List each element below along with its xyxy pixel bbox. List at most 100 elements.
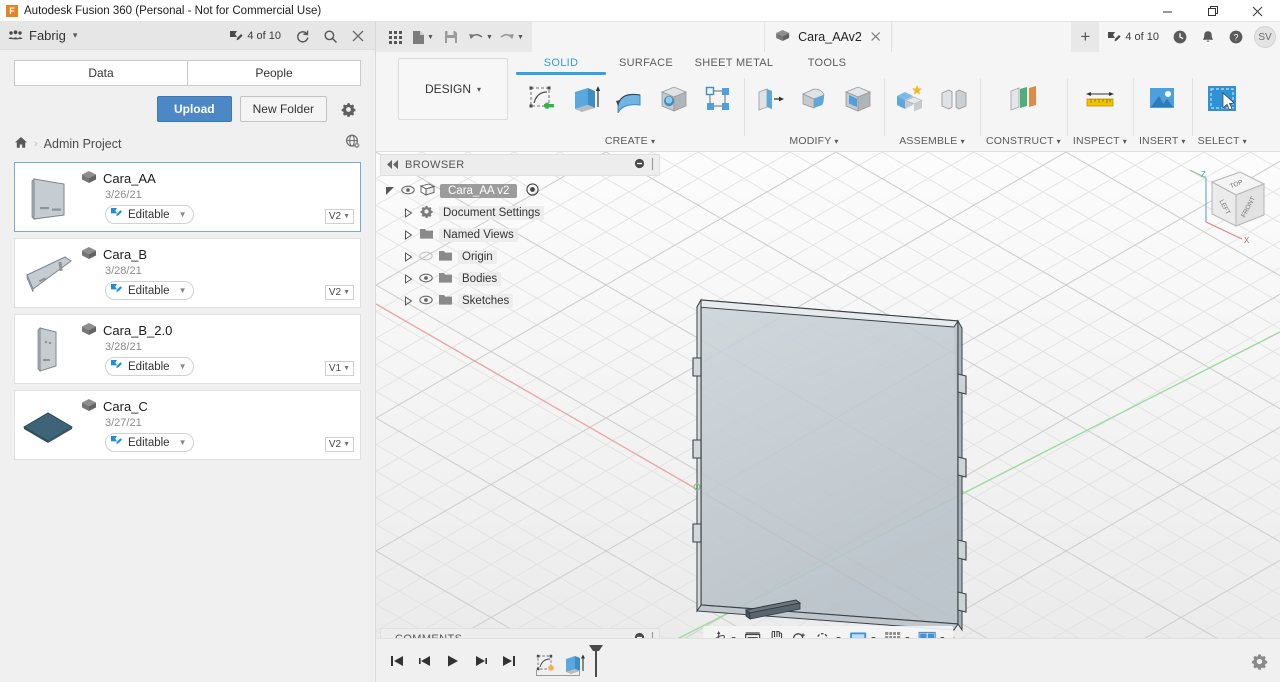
bell-icon[interactable] [1195,24,1221,50]
tree-node-document-settings[interactable]: Document Settings [380,202,660,224]
eye-icon[interactable] [419,294,433,308]
document-tab[interactable]: Cara_AAv2 [764,22,892,52]
eye-icon[interactable] [401,184,415,198]
panel-grip-icon[interactable] [650,157,655,173]
file-icon[interactable]: ▼ [410,24,436,50]
hole-icon[interactable] [654,76,694,122]
tree-node-bodies[interactable]: Bodies [380,268,660,290]
search-icon[interactable] [317,23,343,49]
eye-icon[interactable] [419,272,433,286]
tab-data[interactable]: Data [14,60,188,86]
chevron-down-icon[interactable]: ▼ [486,34,493,41]
chevron-down-icon[interactable]: ▾ [73,30,78,41]
close-icon[interactable] [870,30,881,45]
version-badge[interactable]: V2 ▼ [324,209,354,224]
view-cube[interactable]: TOP LEFT FRONT Z X [1186,160,1272,246]
press-pull-icon[interactable] [750,76,790,122]
expand-arrow-icon[interactable] [402,252,414,262]
timeline-marker-icon[interactable] [588,644,604,678]
avatar[interactable]: SV [1254,26,1276,48]
help-icon[interactable]: ? [1223,24,1249,50]
measure-icon[interactable] [1080,76,1120,122]
panel-inspect-label[interactable]: INSPECT ▾ [1073,135,1127,150]
expand-arrow-icon[interactable] [402,208,414,218]
undo-icon[interactable]: ▼ [466,24,495,50]
joint-icon[interactable] [934,76,974,122]
chevron-down-icon[interactable]: ▼ [179,362,187,371]
app-grid-icon[interactable] [382,24,408,50]
new-component-icon[interactable] [890,76,930,122]
go-to-beginning-icon[interactable] [384,647,410,675]
hub-name[interactable]: Fabrig [29,28,66,43]
sweep-icon[interactable] [610,76,650,122]
tree-node-origin[interactable]: Origin [380,246,660,268]
offset-plane-icon[interactable] [1003,76,1043,122]
shell-icon[interactable] [838,76,878,122]
panel-create-label[interactable]: CREATE ▾ [605,135,655,150]
new-folder-button[interactable]: New Folder [239,96,327,122]
play-icon[interactable] [440,647,466,675]
step-back-icon[interactable] [412,647,438,675]
expand-arrow-icon[interactable] [402,296,414,306]
panel-modify-label[interactable]: MODIFY ▾ [789,135,838,150]
list-item[interactable]: Cara_B_2.0 3/28/21 Editable ▼ V1 ▼ [14,314,361,384]
workspace-selector[interactable]: DESIGN ▾ [398,58,508,120]
chevron-down-icon[interactable]: ▼ [517,34,524,41]
fillet-icon[interactable] [794,76,834,122]
gear-icon[interactable] [335,96,361,122]
panel-insert-label[interactable]: INSERT ▾ [1139,135,1186,150]
edit-count-badge[interactable]: 4 of 10 [1101,31,1165,44]
upload-button[interactable]: Upload [156,96,232,122]
panel-minimize-icon[interactable] [634,158,645,172]
minimize-icon[interactable] [1145,0,1190,22]
home-icon[interactable] [14,136,28,152]
chevron-down-icon[interactable]: ▼ [427,34,434,41]
refresh-icon[interactable] [289,23,315,49]
expand-arrow-icon[interactable] [402,230,414,240]
tab-people[interactable]: People [188,60,361,86]
globe-share-icon[interactable] [345,134,361,152]
redo-icon[interactable]: ▼ [497,24,526,50]
list-item[interactable]: Cara_AA 3/26/21 Editable ▼ V2 ▼ [14,162,361,232]
panel-construct-label[interactable]: CONSTRUCT ▾ [986,135,1061,150]
save-icon[interactable] [438,24,464,50]
activate-component-icon[interactable] [526,183,540,199]
pattern-icon[interactable] [698,76,738,122]
edit-count-badge[interactable]: 4 of 10 [229,30,281,43]
status-badge[interactable]: Editable ▼ [105,281,195,300]
new-tab-button[interactable]: + [1071,22,1100,52]
list-item[interactable]: Cara_B 3/28/21 Editable ▼ V2 ▼ [14,238,361,308]
close-icon[interactable] [1235,0,1280,22]
chevron-down-icon[interactable]: ▼ [179,286,187,295]
extrude-icon[interactable] [566,76,606,122]
status-badge[interactable]: Editable ▼ [105,433,195,452]
tree-node-root[interactable]: Cara_AA v2 [380,180,660,202]
version-badge[interactable]: V2 ▼ [324,437,354,452]
insert-image-icon[interactable] [1142,76,1182,122]
step-forward-icon[interactable] [468,647,494,675]
breadcrumb-project[interactable]: Admin Project [44,137,122,151]
chevron-down-icon[interactable]: ▼ [179,210,187,219]
list-item[interactable]: Cara_C 3/27/21 Editable ▼ V2 ▼ [14,390,361,460]
panel-assemble-label[interactable]: ASSEMBLE ▾ [899,135,965,150]
tree-node-sketches[interactable]: Sketches [380,290,660,312]
close-data-panel-icon[interactable] [345,23,371,49]
job-status-clock-icon[interactable] [1167,24,1193,50]
tree-node-named-views[interactable]: Named Views [380,224,660,246]
panel-select-label[interactable]: SELECT ▾ [1198,135,1247,150]
expand-arrow-icon[interactable] [402,274,414,284]
go-to-end-icon[interactable] [496,647,522,675]
collapse-left-icon[interactable] [387,159,399,171]
status-badge[interactable]: Editable ▼ [105,205,195,224]
eye-hidden-icon[interactable] [419,250,433,264]
maximize-icon[interactable] [1190,0,1235,22]
timeline-settings-gear-icon[interactable] [1246,648,1272,674]
select-window-icon[interactable] [1202,76,1242,122]
version-badge[interactable]: V1 ▼ [324,361,354,376]
create-sketch-icon[interactable] [522,76,562,122]
status-badge[interactable]: Editable ▼ [105,357,195,376]
expand-arrow-icon[interactable] [384,186,396,196]
version-badge[interactable]: V2 ▼ [324,285,354,300]
chevron-down-icon[interactable]: ▼ [179,438,187,447]
viewport-canvas[interactable]: TOP LEFT FRONT Z X BROWSER Cara_AA v2 Do… [376,152,1280,660]
